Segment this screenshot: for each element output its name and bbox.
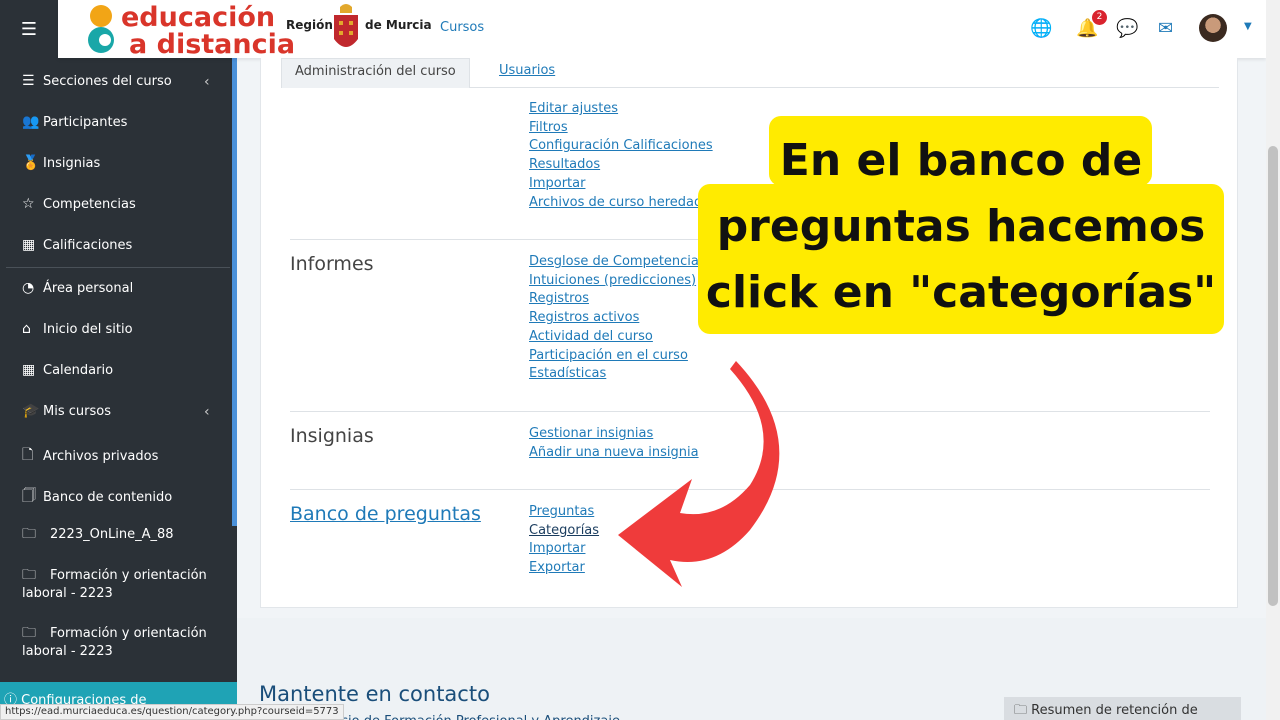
scrollbar-thumb[interactable] xyxy=(1268,146,1278,606)
region-label: de Murcia xyxy=(365,18,432,32)
folder-icon: 🗀 xyxy=(1014,703,1032,718)
section-title-banco-preguntas[interactable]: Banco de preguntas xyxy=(290,503,481,525)
banco-links: Preguntas Categorías Importar Exportar xyxy=(529,503,599,578)
sidebar-item-insignias[interactable]: 🏅 Insignias xyxy=(22,155,100,171)
link-categorias[interactable]: Categorías xyxy=(529,522,599,541)
sidebar-item-label: Secciones del curso xyxy=(43,73,172,89)
grades-icon: ▦ xyxy=(22,237,36,253)
link-archivos-heredados[interactable]: Archivos de curso heredados xyxy=(529,194,717,213)
sidebar-course-item[interactable]: 🗀 Formación y orientación laboral - 2223 xyxy=(22,566,222,603)
badge-icon: 🏅 xyxy=(22,155,40,171)
sidebar-course-item[interactable]: 🗀 Formación y orientación laboral - 2223 xyxy=(22,624,222,661)
sidebar-course-item[interactable]: 🗀 2223_OnLine_A_88 xyxy=(22,525,222,544)
cursos-link[interactable]: Cursos xyxy=(440,20,484,35)
calendar-icon: ▦ xyxy=(22,362,36,378)
retention-label: Resumen de retención de datos xyxy=(1031,703,1198,718)
link-resultados[interactable]: Resultados xyxy=(529,156,717,175)
mail-icon[interactable]: ✉ xyxy=(1158,18,1173,39)
link-actividad[interactable]: Actividad del curso xyxy=(529,328,706,347)
link-importar-preguntas[interactable]: Importar xyxy=(529,540,599,559)
footer-title: Mantente en contacto xyxy=(259,682,490,706)
sidebar-item-competencias[interactable]: ☆ Competencias xyxy=(22,196,136,212)
logo-text-line1: educación xyxy=(121,2,276,33)
callout-line: click en "categorías" xyxy=(705,267,1217,318)
folder-icon: 🗀 xyxy=(22,567,36,583)
status-url-bar: https://ead.murciaeduca.es/question/cate… xyxy=(0,704,344,720)
top-navbar: educación a distancia Región de Murcia C… xyxy=(58,0,1266,58)
sidebar-item-secciones[interactable]: ☰ Secciones del curso xyxy=(22,73,172,89)
users-icon: 👥 xyxy=(22,114,40,130)
sidebar-item-label: Mis cursos xyxy=(43,403,111,419)
callout-line: preguntas hacemos xyxy=(716,201,1206,252)
sidebar-item-label: Insignias xyxy=(43,155,101,171)
sidebar-item-label: Participantes xyxy=(43,114,128,130)
section-title-insignias: Insignias xyxy=(290,425,374,447)
tab-usuarios[interactable]: Usuarios xyxy=(486,58,568,88)
callout-text: En el banco de preguntas hacemos click e… xyxy=(698,128,1224,326)
sidebar-item-label: Inicio del sitio xyxy=(43,321,133,337)
chevron-left-icon[interactable]: ‹ xyxy=(204,404,210,420)
home-icon: ⌂ xyxy=(22,321,31,337)
hamburger-menu-icon[interactable]: ☰ xyxy=(0,0,58,58)
sidebar-item-inicio[interactable]: ⌂ Inicio del sitio xyxy=(22,321,133,337)
logo-text-line2: a distancia xyxy=(129,29,296,60)
sidebar-course-label: Formación y orientación laboral - 2223 xyxy=(22,626,207,659)
file-icon: 🗋 xyxy=(22,447,34,463)
link-registros[interactable]: Registros xyxy=(529,290,706,309)
content-bank-icon: 🗍 xyxy=(22,488,36,504)
link-preguntas[interactable]: Preguntas xyxy=(529,503,599,522)
dashboard-icon: ◔ xyxy=(22,280,35,296)
sidebar-item-label: Banco de contenido xyxy=(43,489,173,505)
sidebar-item-label: Área personal xyxy=(43,280,134,296)
logo-mark-icon xyxy=(88,5,114,53)
sidebar-item-label: Calificaciones xyxy=(43,237,133,253)
general-links: Editar ajustes Filtros Configuración Cal… xyxy=(529,100,717,212)
link-importar[interactable]: Importar xyxy=(529,175,717,194)
link-editar-ajustes[interactable]: Editar ajustes xyxy=(529,100,717,119)
sidebar-item-label: Competencias xyxy=(43,196,136,212)
section-title-informes: Informes xyxy=(290,253,374,275)
chevron-down-icon[interactable]: ▼ xyxy=(1244,21,1252,32)
link-exportar[interactable]: Exportar xyxy=(529,559,599,578)
sidebar-course-label: 2223_OnLine_A_88 xyxy=(50,527,174,542)
sidebar-item-participantes[interactable]: 👥 Participantes xyxy=(22,114,127,130)
sidebar-item-mis-cursos[interactable]: 🎓 Mis cursos xyxy=(22,403,111,419)
notification-badge: 2 xyxy=(1092,10,1107,25)
link-filtros[interactable]: Filtros xyxy=(529,119,717,138)
folder-icon: 🗀 xyxy=(22,625,36,641)
link-configuracion-calificaciones[interactable]: Configuración Calificaciones xyxy=(529,137,717,156)
link-registros-activos[interactable]: Registros activos xyxy=(529,309,706,328)
data-retention-button[interactable]: 🗀 Resumen de retención de datos xyxy=(1004,697,1241,720)
avatar[interactable] xyxy=(1199,14,1227,42)
tab-administracion[interactable]: Administración del curso xyxy=(281,58,470,88)
region-label: Región xyxy=(286,18,333,32)
folder-icon: 🗀 xyxy=(22,526,36,542)
sidebar-item-banco-contenido[interactable]: 🗍 Banco de contenido xyxy=(22,485,172,509)
sidebar-divider xyxy=(6,267,230,268)
globe-icon[interactable]: 🌐 xyxy=(1030,18,1052,39)
crest-icon xyxy=(334,4,358,47)
callout-line: En el banco de xyxy=(779,135,1143,186)
link-intuiciones[interactable]: Intuiciones (predicciones) xyxy=(529,272,706,291)
sidebar-item-archivos[interactable]: 🗋 Archivos privados xyxy=(22,444,158,468)
sidebar-item-calendario[interactable]: ▦ Calendario xyxy=(22,362,113,378)
chevron-left-icon[interactable]: ‹ xyxy=(204,74,210,90)
sidebar-scrollbar[interactable] xyxy=(232,58,237,526)
link-desglose[interactable]: Desglose de Competencias xyxy=(529,253,706,272)
sidebar-item-label: Archivos privados xyxy=(43,448,159,464)
chat-icon[interactable]: 💬 xyxy=(1116,18,1138,39)
footer-subtitle: Servicio de Formación Profesional y Apre… xyxy=(308,714,620,720)
sidebar-nav xyxy=(0,0,237,720)
tab-bar: Administración del curso Usuarios xyxy=(281,58,1219,88)
star-icon: ☆ xyxy=(22,196,35,212)
graduation-cap-icon: 🎓 xyxy=(22,403,40,419)
sidebar-course-label: Formación y orientación laboral - 2223 xyxy=(22,568,207,601)
sidebar-item-calificaciones[interactable]: ▦ Calificaciones xyxy=(22,237,132,253)
sidebar-item-area-personal[interactable]: ◔ Área personal xyxy=(22,280,133,296)
list-icon: ☰ xyxy=(22,73,35,89)
arrow-annotation-icon xyxy=(618,361,780,587)
sidebar-item-label: Calendario xyxy=(43,362,114,378)
